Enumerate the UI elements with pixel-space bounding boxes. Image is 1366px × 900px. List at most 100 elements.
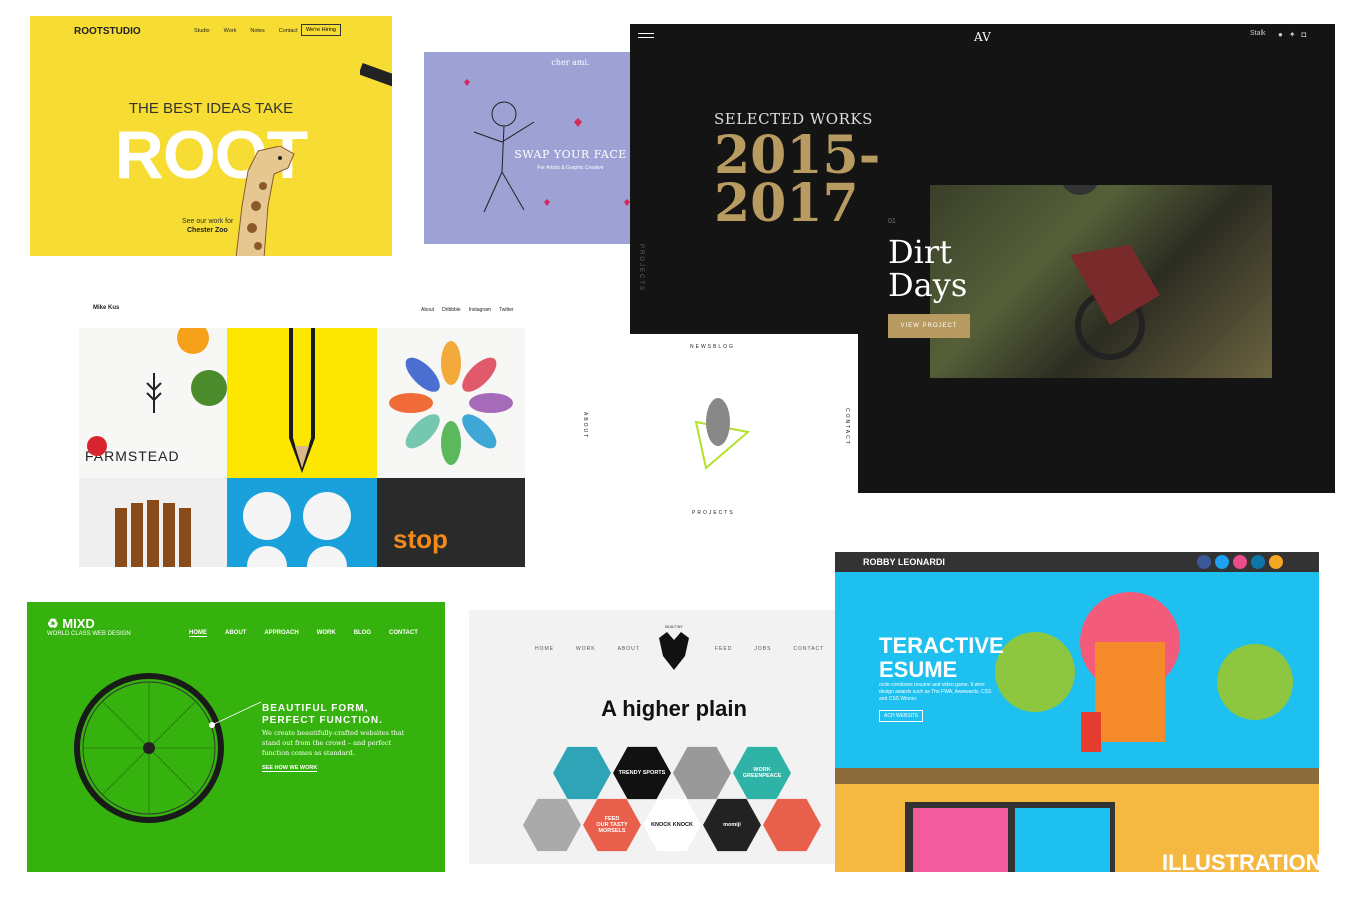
hex-morsels-text: FEED OUR TASTY MORSELS [583,796,641,854]
stalk-label: Stalk [1250,30,1266,37]
monogram-logo[interactable]: AV [974,30,991,44]
mike-nav-about[interactable]: About [421,307,434,313]
root-nav-studio[interactable]: Studio [194,28,210,34]
strawberry-icon [87,436,107,456]
mixd-logo[interactable]: ♻ MIXD [47,616,95,632]
hp-nav-jobs[interactable]: JOBS [754,646,771,652]
hp-nav-work[interactable]: WORK [576,646,596,652]
robby-headline-1: TERACTIVE [879,633,1004,658]
mixd-headline-2: PERFECT FUNCTION. [262,715,383,726]
bicycle-wheel-icon [74,673,262,823]
hp-nav-home[interactable]: HOME [535,646,554,652]
mountain-bike-photo [930,155,1272,378]
mixd-headline-1: BEAUTIFUL FORM, [262,703,369,714]
mixd-logo-text: MIXD [62,616,95,631]
leaf-flower-icon [389,341,513,465]
wheat-icon [146,373,162,413]
root-nav-contact[interactable]: Contact [279,28,298,34]
mixd-body: We create beautifully-crafted websites t… [262,729,405,757]
hp-nav-about[interactable]: ABOUT [618,646,640,652]
hp-nav-feed[interactable]: FEED [715,646,732,652]
robby-logo[interactable]: ROBBY LEONARDI [863,557,945,567]
hex-trendy-label: TRENDY SPORTS [618,770,666,776]
badges-icon [243,492,351,567]
root-caption-1: See our work for [182,218,234,225]
dribbble-icon[interactable] [1233,555,1247,569]
project-title-line2: Days [888,266,968,304]
email-icon[interactable] [1269,555,1283,569]
root-hiring-button[interactable]: We're Hiring [301,24,341,36]
built-by-label: BUILT BY [665,624,683,629]
giraffe-icon [235,146,295,256]
hex-bbb[interactable] [553,746,611,800]
hp-nav-contact[interactable]: CONTACT [793,646,824,652]
mike-kus-logo[interactable]: Mike Kus [93,305,119,311]
robby-illustration-label: ILLUSTRATION [1162,850,1319,872]
newsblog-projects-label[interactable]: PROJECTS [692,510,735,516]
newsblog-about-label[interactable]: ABOUT [582,412,588,439]
mixd-tagline: WORLD CLASS WEB DESIGN [47,631,131,637]
newsblog-contact-label[interactable]: CONTACT [844,408,850,446]
root-headline-1: THE BEST IDEAS TAKE [128,100,294,117]
root-nav-notes[interactable]: Notes [250,28,264,34]
tile-pencil[interactable] [227,328,377,478]
root-caption-2[interactable]: Chester Zoo [187,227,228,234]
tile-leaves[interactable] [377,328,525,478]
tile-beer[interactable] [79,478,227,567]
higher-plain-screenshot: BUILT BY HOME WORK ABOUT FEED JOBS CONTA… [469,610,879,864]
project-title-line1: Dirt [888,233,953,271]
mixd-screenshot: ♻ MIXD WORLD CLASS WEB DESIGN HOME ABOUT… [27,602,445,872]
mixd-nav-work[interactable]: WORK [317,630,336,637]
hamburger-menu-icon[interactable] [638,30,654,41]
hex-b-red[interactable] [763,798,821,852]
hex-morsels-label: OUR TASTY MORSELS [596,822,628,834]
hex-greenpeace-text: WORK GREENPEACE [733,744,791,802]
instagram-icon[interactable]: ◘ [1302,30,1307,39]
mixd-nav-approach[interactable]: APPROACH [264,630,298,637]
dribbble-icon[interactable]: ● [1278,30,1283,39]
hex-b[interactable] [523,798,581,852]
hex-knock-label: KNOCK KNOCK [651,822,693,828]
robby-website-button[interactable]: ACH WEBSITE [879,710,924,722]
bike-rider-icon [1060,155,1160,360]
view-project-button[interactable]: VIEW PROJECT [888,314,970,338]
robby-leonardi-screenshot: ROBBY LEONARDI TERACTIVE ESUME ocde comb… [835,552,1319,872]
svg-text:stop: stop [393,524,448,554]
mike-nav-dribbble[interactable]: Dribbble [442,307,461,313]
twitter-icon[interactable]: ✦ [1289,30,1296,39]
mixd-nav-home[interactable]: HOME [189,630,207,637]
newsblog-top-label[interactable]: NEWSBLOG [690,344,735,350]
hex-momiji-label: momiji [723,822,741,828]
mike-kus-screenshot: Mike Kus About Dribbble Instagram Twitte… [79,298,525,567]
root-nav-work[interactable]: Work [224,28,237,34]
tile-stop[interactable]: stop [377,478,525,567]
mixd-nav: HOME ABOUT APPROACH WORK BLOG CONTACT [189,630,418,637]
beer-bottles-icon [115,500,191,567]
mixd-nav-blog[interactable]: BLOG [354,630,371,637]
robby-headline-2: ESUME [879,657,958,682]
twitter-icon[interactable] [1215,555,1229,569]
linkedin-icon[interactable] [1251,555,1265,569]
mixd-headline: BEAUTIFUL FORM, PERFECT FUNCTION. [262,703,383,727]
mixd-nav-about[interactable]: ABOUT [225,630,246,637]
game-scene-illustration [835,592,1319,872]
mixd-nav-contact[interactable]: CONTACT [389,630,418,637]
mike-nav-twitter[interactable]: Twitter [499,307,514,313]
hp-nav-left: HOME WORK ABOUT [535,646,640,652]
mike-nav-instagram[interactable]: Instagram [469,307,491,313]
bison-logo-icon[interactable] [655,630,693,672]
pencil-icon [289,328,315,473]
hex-greenpeace-label: GREENPEACE [742,773,782,779]
projects-side-label[interactable]: PROJECTS [638,244,644,292]
facebook-icon[interactable] [1197,555,1211,569]
tile-farmstead[interactable]: FARMSTEAD [79,328,227,478]
root-studio-screenshot: ROOTSTUDIO Studio Work Notes Contact We'… [30,16,392,256]
root-nav: Studio Work Notes Contact [194,28,298,34]
tile-badges[interactable] [227,478,377,567]
project-title: Dirt Days [888,236,967,302]
hex-arrows[interactable] [673,746,731,800]
robby-headline: TERACTIVE ESUME [879,634,1004,682]
mixd-cta-link[interactable]: SEE HOW WE WORK [262,765,318,772]
robby-body: ocde combines resume and video game. It … [879,682,992,702]
robby-social-icons [1197,555,1283,569]
